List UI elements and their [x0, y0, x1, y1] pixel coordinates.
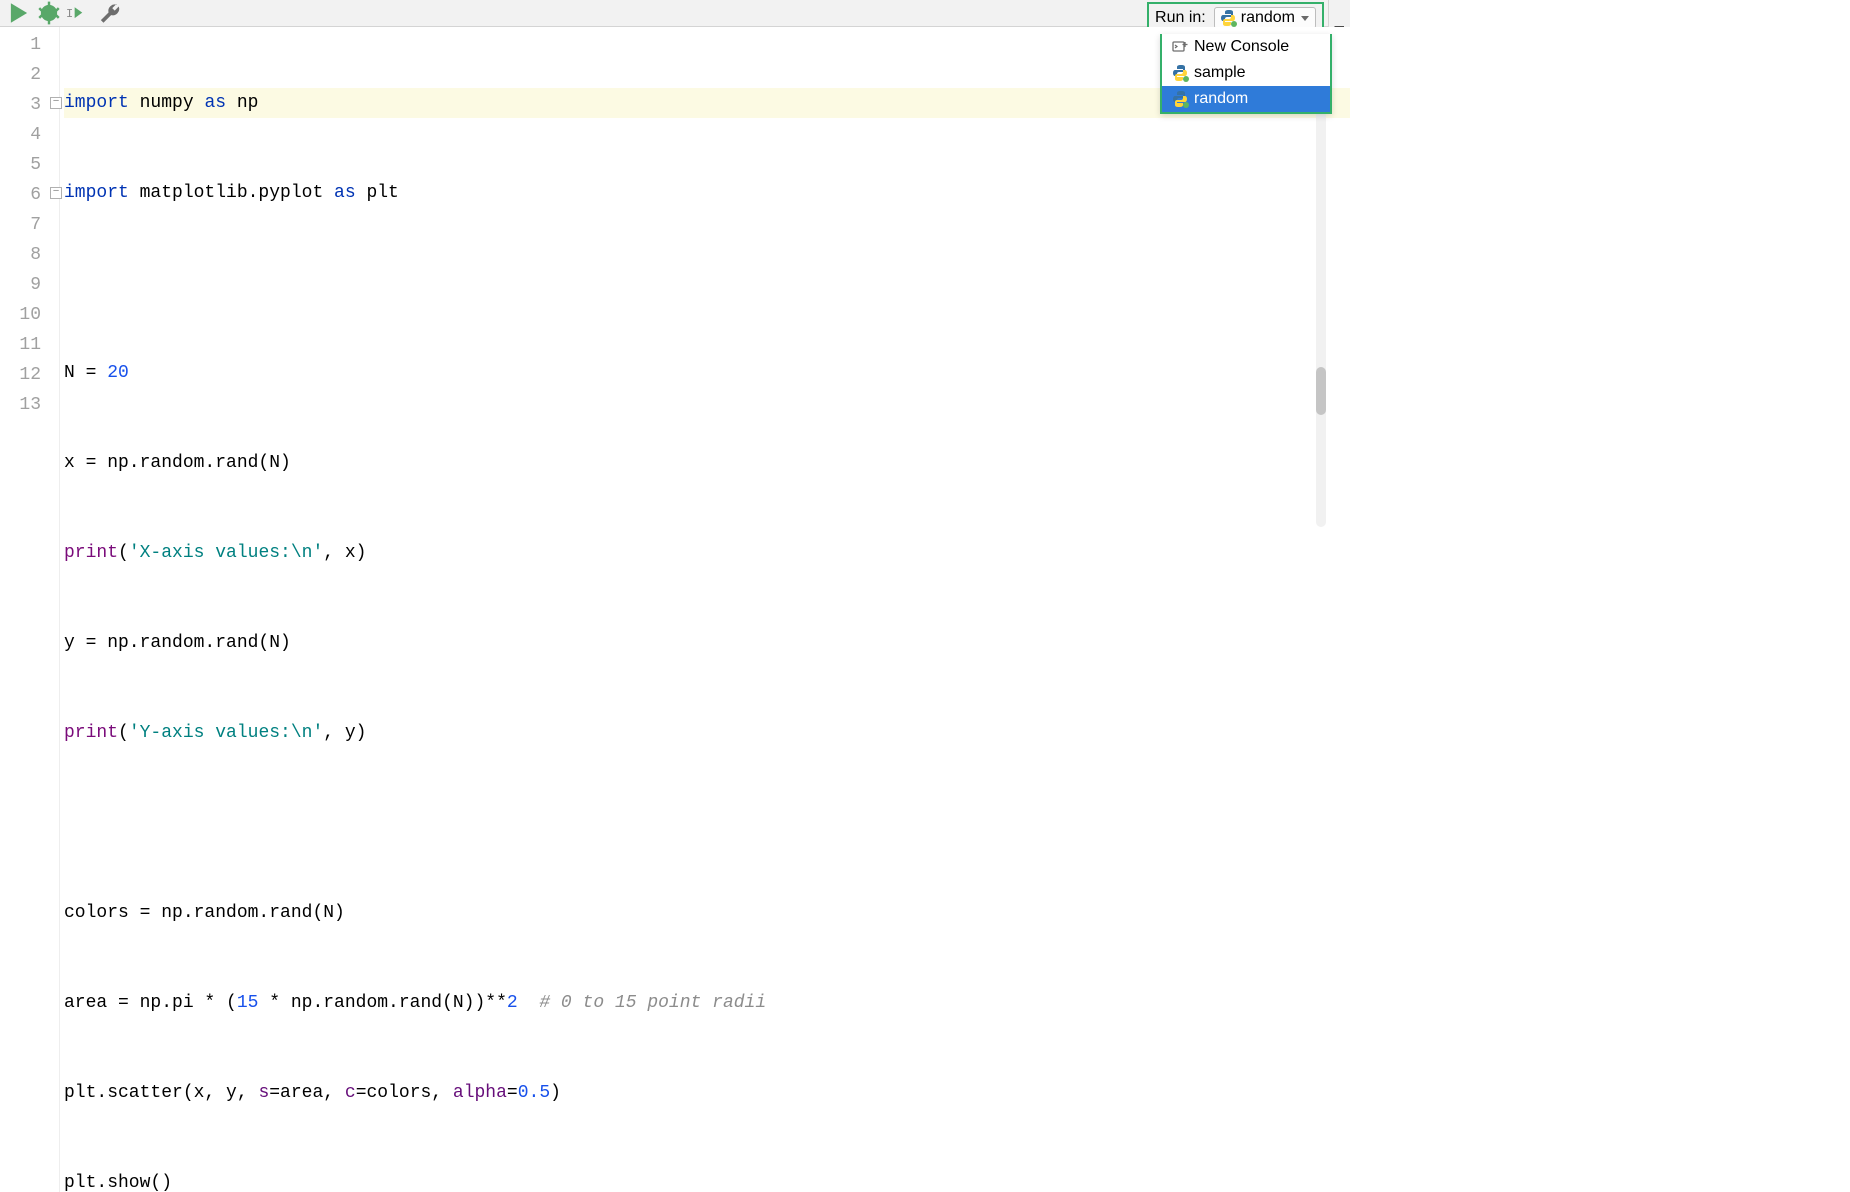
fold-icon[interactable]	[50, 97, 62, 109]
python-icon	[1170, 90, 1190, 108]
run-in-dropdown-menu: New Console sample random	[1160, 34, 1332, 114]
run-icon[interactable]	[6, 0, 32, 26]
new-console-icon	[1170, 39, 1190, 55]
fold-icon[interactable]	[50, 187, 62, 199]
dropdown-item-random[interactable]: random	[1162, 86, 1330, 112]
debug-icon[interactable]	[36, 0, 62, 26]
run-in-selected: random	[1241, 9, 1295, 27]
code-editor[interactable]: 123 456 789 101112 13 import numpy as np…	[0, 27, 1350, 1192]
editor-scrollbar[interactable]	[1316, 47, 1326, 527]
svg-text:I: I	[66, 7, 73, 21]
chevron-down-icon	[1301, 16, 1309, 21]
step-cursor-icon[interactable]: I	[66, 0, 92, 26]
python-icon	[1170, 64, 1190, 82]
dropdown-item-new-console[interactable]: New Console	[1162, 34, 1330, 60]
line-number-gutter: 123 456 789 101112 13	[0, 27, 60, 1192]
dropdown-item-sample[interactable]: sample	[1162, 60, 1330, 86]
wrench-icon[interactable]	[96, 0, 122, 26]
python-icon	[1219, 9, 1237, 27]
run-in-label: Run in:	[1155, 9, 1206, 27]
editor-toolbar: I Run in: random	[0, 0, 1350, 27]
code-area[interactable]: import numpy as np import matplotlib.pyp…	[60, 27, 1350, 1192]
run-in-dropdown[interactable]: random	[1214, 7, 1316, 29]
